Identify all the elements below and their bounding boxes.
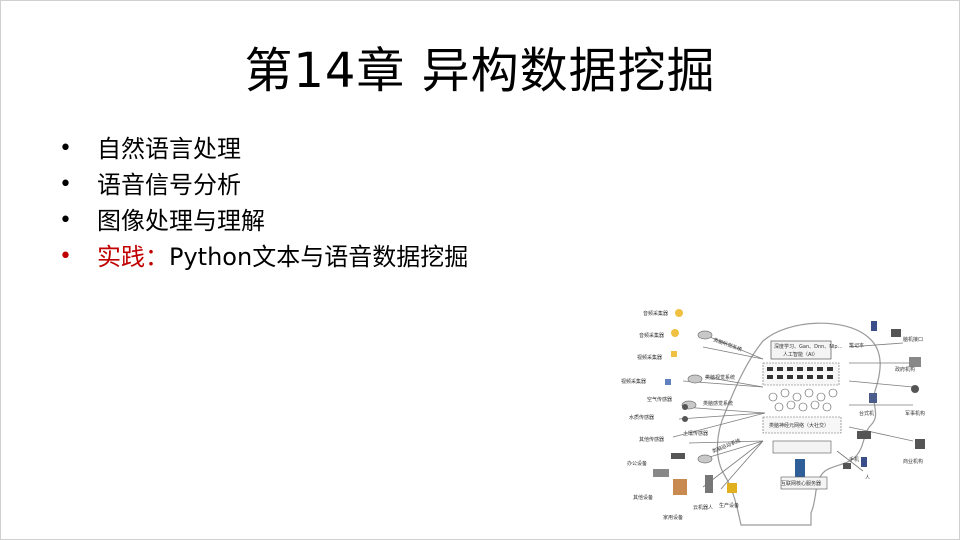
bullet-dot: • xyxy=(59,136,72,161)
bullet-list: • 自然语言处理 • 语音信号分析 • 图像处理与理解 • 实践：Python文本与语音… xyxy=(55,131,468,275)
center-label-1: 深度学习、Gan、Dnn、Nlp… xyxy=(774,343,843,350)
device-label: 视频采集器 xyxy=(621,378,646,385)
device-label: 空气传感器 xyxy=(647,396,672,403)
device-label: 商业机构 xyxy=(903,458,923,465)
device-label: 视频采集器 xyxy=(637,354,662,361)
system-label: 类脑视觉系统 xyxy=(705,374,735,381)
hub-nodes xyxy=(681,330,713,464)
device-label: 台式机 xyxy=(859,410,874,417)
center-label-2: 人工智能（AI） xyxy=(783,351,818,358)
device-label: 音频采集器 xyxy=(639,332,664,339)
brain-network-diagram: 深度学习、Gan、Dnn、Nlp… 人工智能（AI） 类脑神经元网络（大社交） … xyxy=(621,309,925,526)
device-label: 水质传感器 xyxy=(629,414,654,421)
device-label: 脑机接口 xyxy=(903,336,923,343)
device-label: 音频采集器 xyxy=(643,310,668,317)
bullet-dot: • xyxy=(59,172,72,197)
slide: 第14章 异构数据挖掘 • 自然语言处理 • 语音信号分析 • 图像处理与理解 • 实践… xyxy=(0,0,960,540)
device-label: 云机器人 xyxy=(693,504,713,511)
device-label: 军事机构 xyxy=(905,410,925,417)
device-label: 手机 xyxy=(849,456,859,463)
device-label: 生产设备 xyxy=(719,502,739,509)
device-label: 其他传感器 xyxy=(639,436,664,443)
brain-modules xyxy=(762,340,842,490)
bullet-text: 图像处理与理解 xyxy=(97,207,265,235)
center-label-3: 类脑神经元网络（大社交） xyxy=(769,422,829,429)
device-label: 其他设备 xyxy=(633,494,653,501)
bullet-text: Python文本与语音数据挖掘 xyxy=(169,243,469,271)
device-label: 办公设备 xyxy=(627,460,647,467)
device-label: 笔记本 xyxy=(849,342,864,349)
system-label: 类脑感觉系统 xyxy=(703,400,733,407)
bullet-text: 语音信号分析 xyxy=(97,171,241,199)
center-label-4: 互联网核心服务器 xyxy=(781,480,821,487)
bullet-highlight: 实践： xyxy=(97,243,169,271)
bullet-text: 自然语言处理 xyxy=(97,135,241,163)
device-label: 人 xyxy=(865,475,870,481)
device-label: 家用设备 xyxy=(663,514,683,521)
device-label: 政府机构 xyxy=(895,366,915,373)
system-label: 类脑听觉系统 xyxy=(712,336,743,353)
bullet-item-practice: • 实践：Python文本与语音数据挖掘 xyxy=(55,239,468,275)
bullet-dot: • xyxy=(59,208,72,233)
bullet-item: • 图像处理与理解 xyxy=(55,203,468,239)
bullet-item: • 自然语言处理 xyxy=(55,131,468,167)
device-label: 土壤传感器 xyxy=(683,430,708,437)
slide-title: 第14章 异构数据挖掘 xyxy=(244,43,716,99)
bullet-item: • 语音信号分析 xyxy=(55,167,468,203)
bullet-dot: • xyxy=(59,244,72,269)
